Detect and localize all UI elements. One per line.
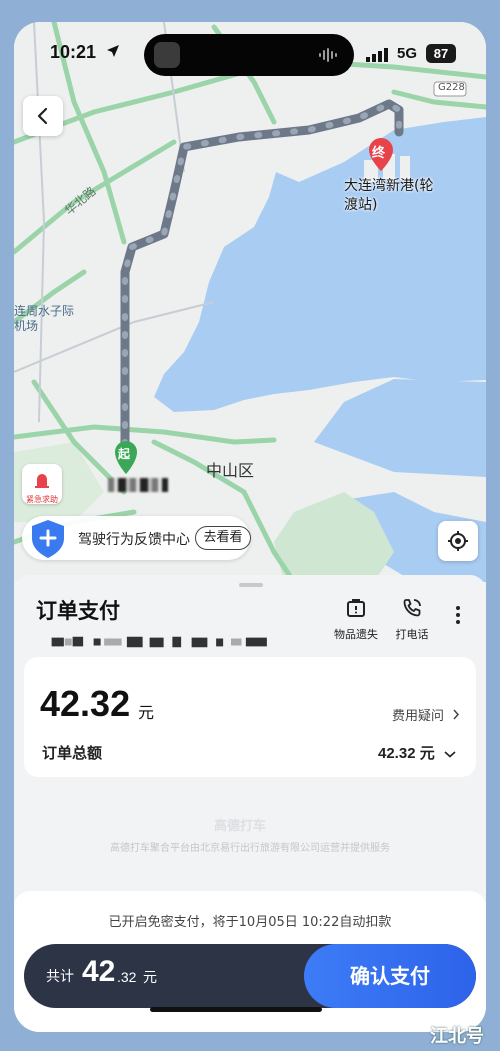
app-activity-icon [154, 42, 180, 68]
fee-question-label: 费用疑问 [392, 709, 445, 724]
signal-icon [366, 48, 388, 62]
sheet-handle[interactable] [239, 583, 263, 587]
location-arrow-icon [107, 45, 119, 57]
sos-button[interactable]: 紧急求助 [22, 464, 62, 504]
watermark: 江北号 [430, 1026, 484, 1047]
confirm-payment-button[interactable]: 确认支付 [304, 944, 476, 1008]
locate-button[interactable] [438, 521, 478, 561]
highway-tag: G228 [438, 82, 465, 93]
battery-level: 87 [426, 44, 456, 63]
route-map[interactable]: G228 终 大连湾新港(轮渡站) 起 中山区 华北路 连周水子际机场 紧急求助 [14, 22, 486, 582]
home-indicator[interactable] [150, 1007, 322, 1012]
total-value: 42.32 元 [378, 745, 435, 762]
chevron-right-icon [453, 709, 460, 720]
start-marker-label: 起 [118, 447, 131, 461]
feedback-text: 驾驶行为反馈中心 [78, 532, 190, 548]
auto-pay-note: 已开启免密支付，将于10月05日 10:22自动扣款 [108, 915, 392, 930]
total-label: 订单总额 [42, 744, 103, 762]
fare-amount: 42.32 [40, 683, 131, 724]
order-sheet: 订单支付 物品遗失 打电话 42.32 元 费用疑问 订单总额 42.32 元 … [14, 575, 486, 1032]
status-bar: 10:21 5G 87 [14, 22, 486, 82]
lost-item-label: 物品遗失 [334, 628, 378, 641]
status-time: 10:21 [50, 42, 97, 62]
pay-amount-decimal: .32 [117, 969, 137, 985]
chevron-left-icon [37, 107, 48, 125]
waveform-icon [319, 48, 337, 62]
provider-note: 高德打车聚合平台由北京易行出行旅游有限公司运营并提供服务 [110, 843, 390, 854]
feedback-go-button[interactable]: 去看看 [195, 526, 251, 550]
end-marker-label: 终 [372, 146, 386, 161]
pay-amount-integer: 42 [82, 955, 116, 988]
dynamic-island [144, 34, 354, 76]
fare-card: 42.32 元 费用疑问 订单总额 42.32 元 [24, 657, 476, 777]
payment-bar: 共计 42 .32 元 确认支付 [24, 944, 476, 1008]
airport-label: 连周水子际机场 [14, 304, 75, 333]
order-title: 订单支付 [36, 599, 120, 623]
back-button[interactable] [23, 96, 63, 136]
pay-amount-unit: 元 [143, 970, 157, 986]
shield-icon [32, 520, 64, 558]
driving-feedback-banner[interactable]: 驾驶行为反馈中心 去看看 [22, 516, 251, 560]
phone-screen: G228 终 大连湾新港(轮渡站) 起 中山区 华北路 连周水子际机场 紧急求助 [14, 22, 486, 1032]
alarm-icon [35, 474, 49, 488]
destination-label: 大连湾新港(轮渡站) [344, 178, 434, 213]
fare-unit: 元 [138, 703, 155, 722]
fee-question-link[interactable]: 费用疑问 [392, 705, 460, 724]
lost-item-icon [347, 599, 365, 617]
district-label: 中山区 [206, 461, 255, 480]
brand-logo: 高德打车 [214, 819, 267, 834]
sos-label: 紧急求助 [26, 495, 58, 504]
lost-item-button[interactable]: 物品遗失 [332, 597, 380, 642]
start-address-blur [108, 478, 168, 492]
pay-total-prefix: 共计 [46, 969, 74, 985]
locate-icon [448, 531, 468, 551]
call-button[interactable]: 打电话 [392, 597, 432, 642]
chevron-down-icon [444, 751, 456, 758]
phone-icon [403, 599, 421, 617]
call-label: 打电话 [395, 628, 429, 641]
network-type: 5G [397, 45, 418, 62]
vehicle-info-blur [51, 636, 267, 648]
more-options-icon[interactable] [454, 605, 462, 625]
map-canvas [14, 22, 486, 582]
total-value-toggle[interactable]: 42.32 元 [378, 742, 456, 763]
